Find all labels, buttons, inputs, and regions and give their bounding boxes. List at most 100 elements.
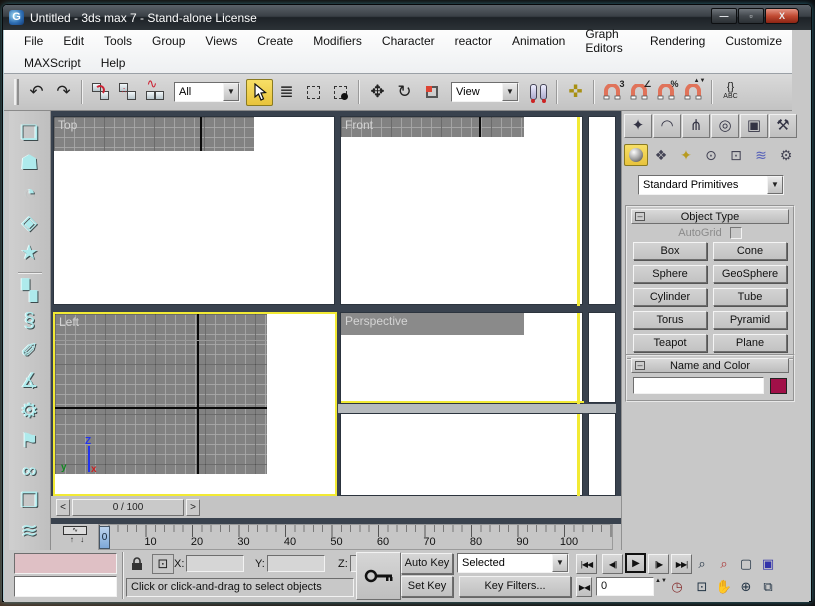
object-type-button[interactable]: Torus	[633, 311, 707, 329]
select-and-scale-button[interactable]	[418, 79, 445, 106]
select-and-link-icon[interactable]	[87, 79, 114, 106]
ball-icon[interactable]: ◔	[15, 179, 45, 209]
title-bar[interactable]: G Untitled - 3ds max 7 - Stand-alone Lic…	[3, 5, 811, 30]
time-configuration-button[interactable]: ◷	[667, 577, 687, 597]
arc-rotate-button[interactable]: ⊕	[736, 577, 756, 597]
shirt-icon[interactable]: ☗	[15, 149, 45, 179]
maximize-button[interactable]: ▫	[738, 8, 764, 24]
select-and-manipulate-button[interactable]: ✜	[562, 79, 589, 106]
snaps-toggle-button[interactable]: 3	[599, 79, 626, 106]
viewport-left-active[interactable]: Left Z y x	[53, 312, 337, 496]
viewport-label-front[interactable]: Front	[345, 118, 373, 132]
object-type-button[interactable]: Box	[633, 242, 707, 260]
y-coord-field[interactable]	[267, 555, 325, 572]
selection-lock-toggle[interactable]	[126, 554, 148, 574]
minimize-button[interactable]: —	[711, 8, 737, 24]
toolbar-handle[interactable]	[14, 79, 19, 105]
menu-item[interactable]: Group	[142, 34, 195, 48]
autogrid-checkbox[interactable]	[730, 227, 742, 239]
menu-item[interactable]: Views	[195, 34, 247, 48]
select-by-name-button[interactable]: ≣	[273, 79, 300, 106]
category-helpers-button[interactable]: ⊡	[724, 144, 748, 166]
unlink-selection-icon[interactable]: ∴	[114, 79, 141, 106]
object-type-button[interactable]: Sphere	[633, 265, 707, 283]
category-lights-button[interactable]: ✦	[674, 144, 698, 166]
bind-to-spacewarp-icon[interactable]: ∿	[141, 79, 168, 106]
absolute-mode-toggle[interactable]: ⊡	[152, 554, 174, 574]
pan-button[interactable]: ✋	[714, 577, 734, 597]
open-box-icon[interactable]: ❒	[15, 487, 45, 517]
weathervane-icon[interactable]: ⚑	[15, 427, 45, 457]
object-type-button[interactable]: Teapot	[633, 334, 707, 352]
zoom-all-button[interactable]: ⌕	[714, 554, 734, 574]
time-marker[interactable]: 0	[99, 526, 110, 549]
play-button[interactable]: ▶	[625, 553, 646, 573]
go-to-start-button[interactable]: |◀◀	[576, 554, 597, 574]
menu-item[interactable]: Rendering	[640, 34, 715, 48]
viewport-sliver-top[interactable]	[588, 116, 616, 305]
object-type-button[interactable]: Tube	[713, 288, 787, 306]
zoom-button[interactable]: ⌕	[692, 554, 712, 574]
select-and-rotate-button[interactable]: ↻	[391, 79, 418, 106]
zoom-extents-button[interactable]: ▢	[736, 554, 756, 574]
spinner-snap-toggle-button[interactable]: ▲▼	[680, 79, 707, 106]
menu-item[interactable]: Help	[91, 56, 136, 70]
selection-set-dropdown[interactable]: Selected ▼	[457, 553, 569, 573]
menu-item[interactable]: Graph Editors	[575, 27, 640, 55]
viewport-perspective[interactable]: Perspective	[340, 312, 583, 404]
viewport-label-left[interactable]: Left	[59, 315, 79, 329]
menu-item[interactable]: Create	[247, 34, 303, 48]
star-icon[interactable]: ★	[15, 239, 45, 269]
viewport-sliver-bottom2[interactable]	[588, 413, 616, 496]
primitives-dropdown[interactable]: Standard Primitives ▼	[638, 175, 784, 195]
viewport-splitter[interactable]	[338, 404, 616, 413]
x-coord-field[interactable]	[186, 555, 244, 572]
time-slider-next-button[interactable]: >	[186, 499, 200, 516]
menu-item[interactable]: Character	[372, 34, 445, 48]
waves-icon[interactable]: ≋	[15, 517, 45, 547]
object-name-input[interactable]	[633, 377, 764, 394]
key-filters-button[interactable]: Key Filters...	[459, 576, 571, 597]
dropdown-arrow-icon[interactable]: ▼	[552, 554, 568, 572]
collapse-icon[interactable]: –	[635, 212, 645, 221]
undo-button[interactable]: ↶	[23, 79, 50, 106]
previous-frame-button[interactable]: ◀||	[602, 554, 623, 574]
use-pivot-center-button[interactable]	[525, 79, 552, 106]
current-frame-field[interactable]: 0	[596, 577, 654, 596]
tab-display[interactable]: ▣	[740, 114, 768, 138]
key-mode-toggle[interactable]: ▶◀	[576, 577, 592, 597]
viewport-label-top[interactable]: Top	[58, 118, 77, 132]
dropdown-arrow-icon[interactable]: ▼	[502, 83, 518, 101]
category-spacewarps-button[interactable]: ≋	[749, 144, 773, 166]
category-geometry-button[interactable]	[624, 144, 648, 166]
object-type-button[interactable]: Cylinder	[633, 288, 707, 306]
rectangular-selection-region-button[interactable]	[300, 79, 327, 106]
menu-item[interactable]: Modifiers	[303, 34, 372, 48]
viewport-sliver-bottom[interactable]	[588, 312, 616, 403]
viewport-front[interactable]: Front	[340, 116, 583, 305]
menu-item[interactable]: Animation	[502, 34, 575, 48]
object-type-button[interactable]: Cone	[713, 242, 787, 260]
menu-item[interactable]: Tools	[94, 34, 142, 48]
object-type-button[interactable]: GeoSphere	[713, 265, 787, 283]
maxscript-mini-listener-white[interactable]	[14, 576, 117, 597]
menu-item[interactable]: Customize	[715, 34, 792, 48]
tab-modify[interactable]: ◠	[653, 114, 681, 138]
track-bar-ruler[interactable]: 0102030405060708090100 0	[98, 524, 613, 550]
percent-snap-toggle-button[interactable]: %	[653, 79, 680, 106]
zoom-extents-all-button[interactable]: ▣	[758, 554, 778, 574]
time-slider[interactable]: 0 / 100	[72, 499, 184, 516]
compass-icon[interactable]: ∡	[15, 367, 45, 397]
set-keys-button[interactable]	[356, 552, 401, 600]
name-color-rollout-header[interactable]: – Name and Color	[631, 358, 789, 373]
region-zoom-button[interactable]: ⊡	[692, 577, 712, 597]
dropdown-arrow-icon[interactable]: ▼	[223, 83, 239, 101]
menu-item[interactable]: reactor	[445, 34, 502, 48]
menu-item[interactable]: File	[14, 34, 53, 48]
close-button[interactable]: X	[765, 8, 799, 24]
cubes-icon[interactable]: ❏	[15, 119, 45, 149]
named-selection-sets-button[interactable]: {}ABC	[717, 79, 744, 106]
tab-motion[interactable]: ◎	[711, 114, 739, 138]
car-icon[interactable]: ∞	[15, 457, 45, 487]
min-max-toggle-button[interactable]: ⧉	[758, 577, 778, 597]
